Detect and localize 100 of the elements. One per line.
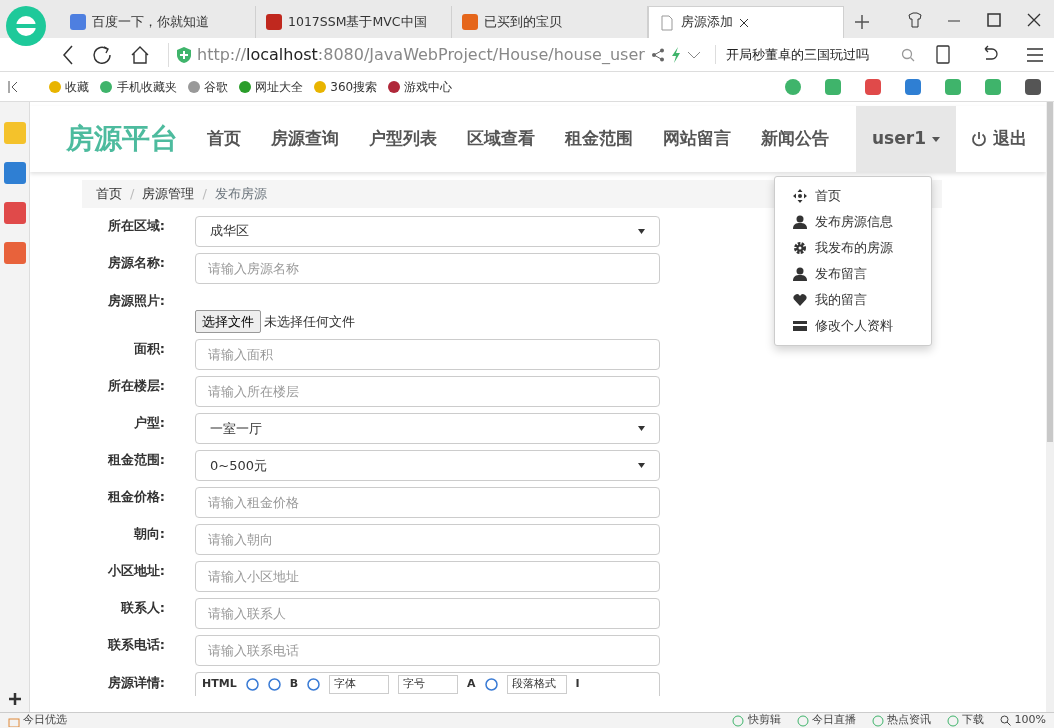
field-label: 朝向: <box>132 525 166 543</box>
bookmark-icon <box>48 79 62 94</box>
power-icon <box>970 131 987 147</box>
bookmark-link[interactable]: 360搜索 <box>313 77 378 96</box>
nav-link[interactable]: 网站留言 <box>648 126 746 152</box>
logout-link[interactable]: 退出 <box>955 126 1043 152</box>
bookmark-link[interactable]: 游戏中心 <box>387 77 453 96</box>
toolbar-icon[interactable] <box>245 678 259 691</box>
text-input[interactable]: 请输入朝向 <box>195 524 660 555</box>
status-link[interactable]: 下载 <box>947 712 985 728</box>
dropdown-item[interactable]: 修改个人资料 <box>775 313 931 339</box>
close-icon[interactable] <box>1026 12 1042 28</box>
text-input[interactable]: 请输入小区地址 <box>195 561 660 592</box>
field-label: 房源详情: <box>106 674 166 692</box>
chevron-down-icon[interactable] <box>686 50 701 59</box>
bookmark-link[interactable]: 网址大全 <box>237 77 303 96</box>
toolbar-icon[interactable] <box>307 678 321 691</box>
toolbar-button[interactable]: HTML <box>202 676 237 693</box>
search-icon[interactable] <box>900 47 915 62</box>
bookmark-icon <box>313 79 327 94</box>
dropdown-item[interactable]: 发布留言 <box>775 261 931 287</box>
new-tab-icon[interactable] <box>854 14 870 30</box>
toolbar-select[interactable]: 字体 <box>329 675 390 694</box>
bookmark-link[interactable]: 谷歌 <box>186 77 228 96</box>
field-label: 租金范围: <box>106 451 166 469</box>
breadcrumb-link[interactable]: 首页 <box>96 184 122 204</box>
status-icon <box>796 714 809 727</box>
close-icon[interactable] <box>739 17 749 28</box>
toolbar-button[interactable]: B <box>289 676 299 693</box>
user-menu-button[interactable]: user1 <box>856 106 956 172</box>
toolbar-button[interactable]: I <box>575 676 580 693</box>
dropdown-item[interactable]: 首页 <box>775 183 931 209</box>
dropdown-item[interactable]: 我发布的房源 <box>775 235 931 261</box>
sidebar-app-icon[interactable] <box>3 202 26 224</box>
back-icon[interactable] <box>62 44 74 65</box>
nav-link[interactable]: 房源查询 <box>256 126 354 152</box>
toolbar-select[interactable]: 字号 <box>398 675 459 694</box>
bookmark-link[interactable]: 收藏 <box>48 77 90 96</box>
reload-icon[interactable] <box>92 44 112 65</box>
heart-icon <box>793 293 807 307</box>
sidebar-app-icon[interactable] <box>3 242 26 264</box>
share-icon[interactable] <box>650 47 665 62</box>
text-input[interactable]: 请输入租金价格 <box>195 487 660 518</box>
search-field[interactable]: 开局秒董卓的三国玩过吗 <box>714 44 895 65</box>
text-input[interactable]: 请输入面积 <box>195 339 660 370</box>
menu-icon[interactable] <box>1026 45 1044 64</box>
nav-link[interactable]: 首页 <box>192 126 256 152</box>
toolbar-icon[interactable] <box>864 77 882 96</box>
nav-link[interactable]: 区域查看 <box>452 126 550 152</box>
home-icon[interactable] <box>130 44 150 65</box>
field-label: 联系人: <box>119 599 166 617</box>
status-link[interactable]: 今日优选 <box>8 712 68 728</box>
status-link[interactable]: 今日直播 <box>796 712 856 728</box>
dropdown-item[interactable]: 我的留言 <box>775 287 931 313</box>
field-label: 所在区域: <box>106 216 166 235</box>
move-icon <box>793 189 807 203</box>
toolbar-icon[interactable] <box>484 678 498 691</box>
status-link[interactable]: 快剪辑 <box>732 712 781 728</box>
text-input[interactable]: 请输入联系人 <box>195 598 660 629</box>
caret-icon <box>931 136 940 142</box>
toolbar-icon[interactable] <box>904 77 922 96</box>
toolbar-icon[interactable] <box>267 678 281 691</box>
tablet-icon[interactable] <box>934 45 952 64</box>
url-text[interactable]: http://localhost:8080/JavaWebProject/House/house_user <box>197 42 645 67</box>
breadcrumb-separator: / <box>202 185 207 203</box>
nav-link[interactable]: 租金范围 <box>550 126 648 152</box>
breadcrumb-link[interactable]: 房源管理 <box>142 184 195 204</box>
field-label: 小区地址: <box>106 562 166 580</box>
toolbar-select[interactable]: 段落格式 <box>506 675 567 694</box>
tab-favicon-icon <box>462 14 478 30</box>
text-input[interactable]: 请输入房源名称 <box>195 252 660 284</box>
field-label: 面积: <box>132 340 166 358</box>
select-field[interactable]: 一室一厅 <box>195 413 660 444</box>
bookmark-icon <box>186 79 201 94</box>
status-link[interactable]: 热点资讯 <box>871 712 932 728</box>
bookmark-link[interactable]: 手机收藏夹 <box>99 77 177 96</box>
zoom-control[interactable]: 100% <box>1000 712 1046 728</box>
toolbar-icon[interactable] <box>1024 77 1042 96</box>
nav-link[interactable]: 户型列表 <box>354 126 452 152</box>
browser-tab[interactable]: 房源添加 <box>648 6 844 38</box>
sidebar-toggle-icon[interactable] <box>8 80 18 93</box>
select-field[interactable]: 0~500元 <box>195 450 660 481</box>
nav-link[interactable]: 新闻公告 <box>746 126 844 152</box>
browser-logo-icon[interactable] <box>4 4 48 48</box>
tab-favicon-icon <box>266 14 282 30</box>
sidebar-app-icon[interactable] <box>3 162 26 184</box>
lightning-icon[interactable] <box>670 46 681 63</box>
caret-icon <box>638 426 645 431</box>
tab-favicon-icon <box>659 14 675 31</box>
caret-icon <box>638 463 645 468</box>
dropdown-item[interactable]: 发布房源信息 <box>775 209 931 235</box>
toolbar-button[interactable]: A <box>467 676 476 693</box>
maximize-icon[interactable] <box>986 12 1002 28</box>
card-icon <box>793 319 807 333</box>
text-input[interactable]: 请输入所在楼层 <box>195 376 660 407</box>
add-icon[interactable] <box>7 692 22 706</box>
text-input[interactable]: 请输入联系电话 <box>195 635 660 666</box>
field-label: 房源名称: <box>106 253 166 272</box>
select-field[interactable]: 成华区 <box>195 215 660 247</box>
choose-file-button[interactable]: 选择文件 <box>195 309 261 333</box>
